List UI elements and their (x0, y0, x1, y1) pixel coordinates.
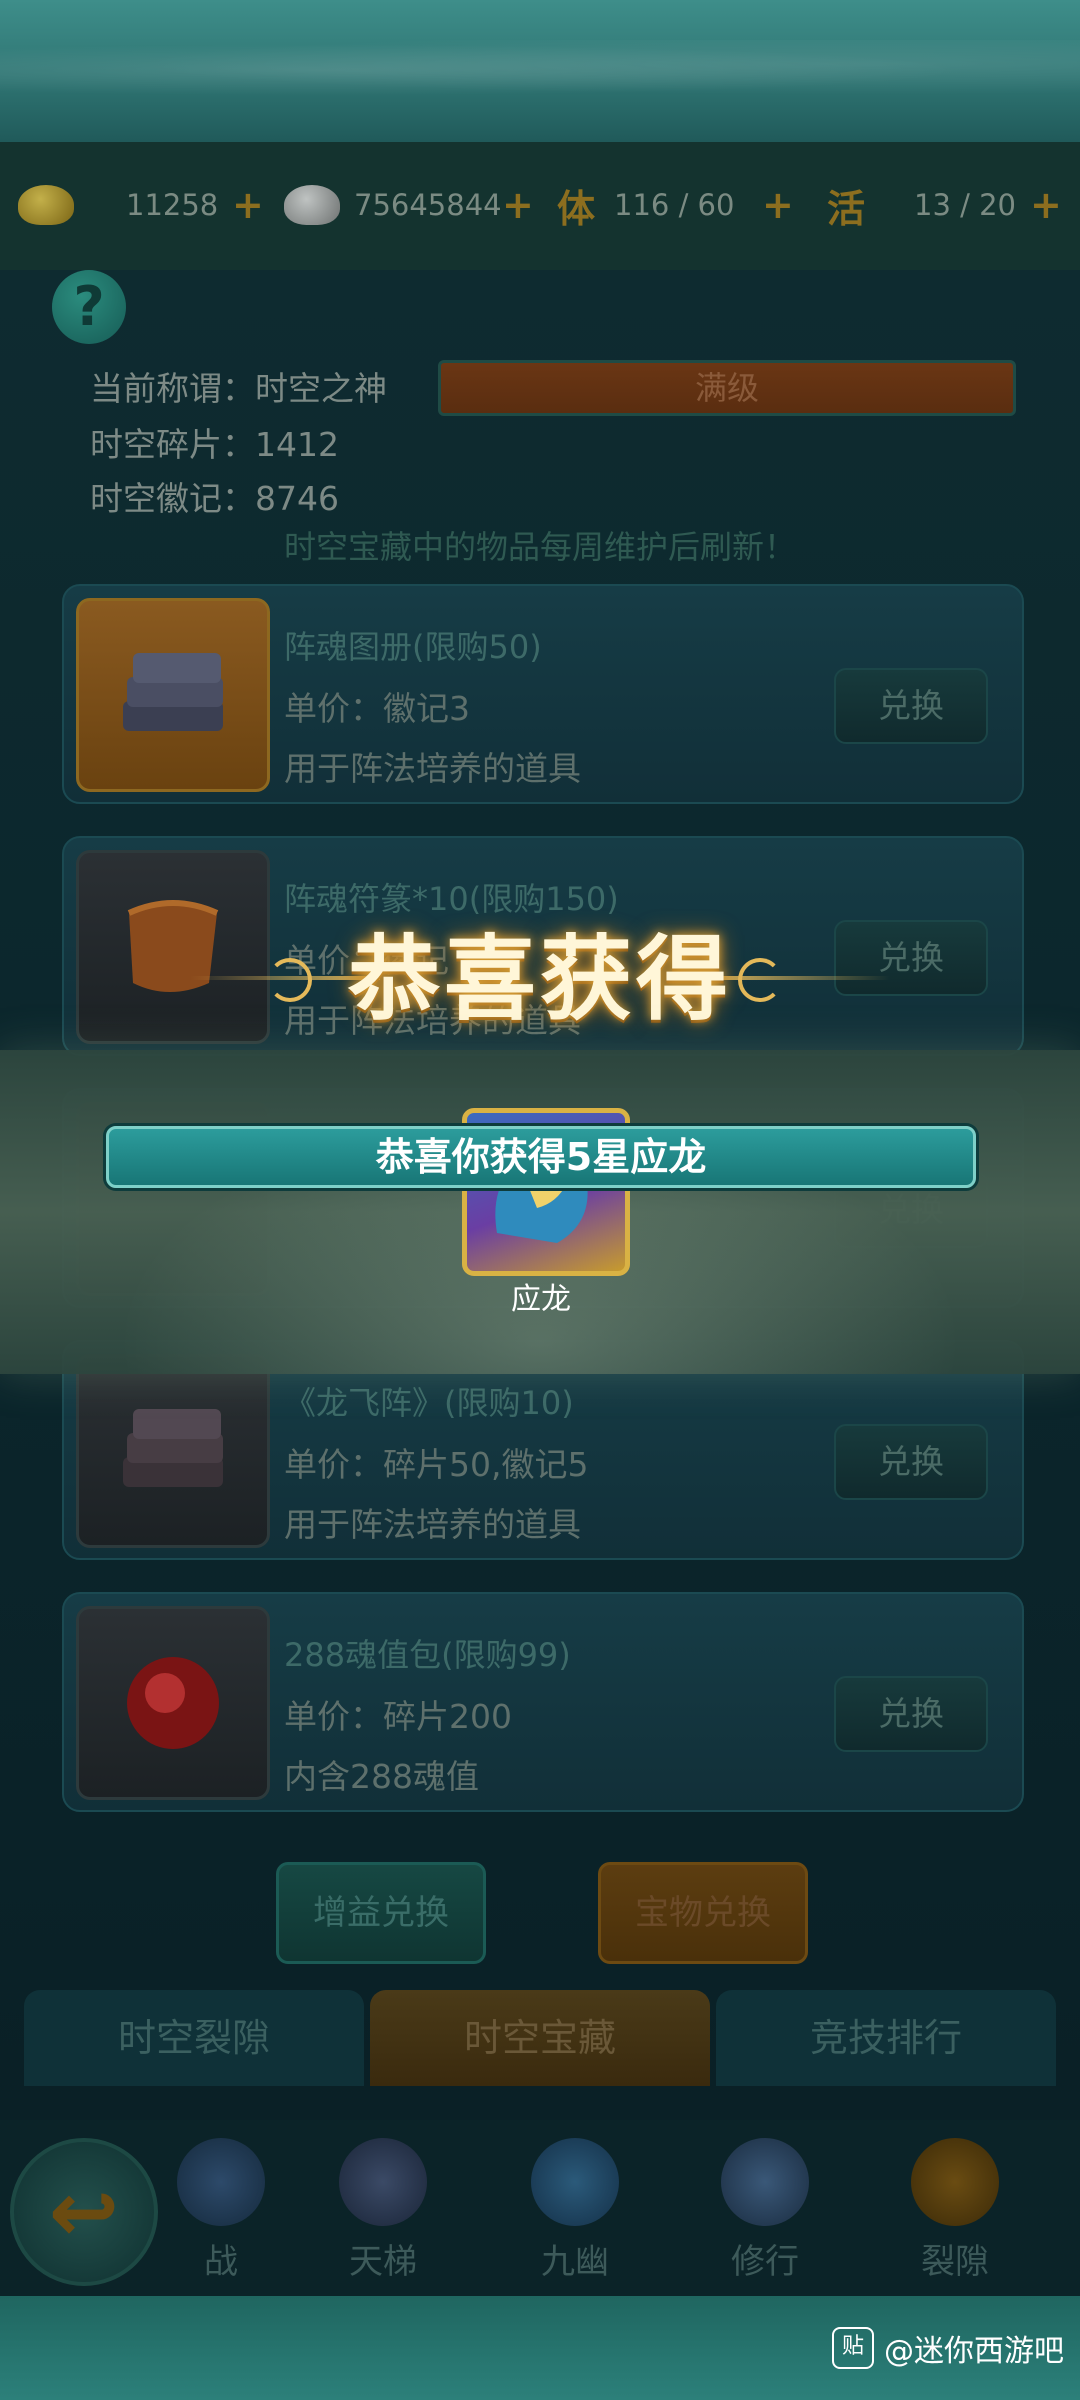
fragments-value: 1412 (255, 425, 339, 464)
stamina-value: 116 / 60 (614, 188, 735, 222)
emblems-value: 8746 (255, 479, 339, 518)
item-slot[interactable] (76, 1606, 270, 1800)
nether-icon (531, 2138, 619, 2226)
stamina-icon: 体 (556, 186, 595, 231)
help-icon[interactable]: ? (52, 270, 126, 344)
reward-message-banner: 恭喜你获得5星应龙 (106, 1126, 976, 1188)
item-price: 单价：徽记3 (284, 689, 470, 728)
fragments-row: 时空碎片：1412 (90, 418, 339, 466)
reward-title: 恭喜获得 (347, 926, 732, 1033)
nav-label: 天梯 (349, 2242, 417, 2282)
redeem-button[interactable]: 兑换 (834, 1676, 988, 1752)
nav-label: 战 (204, 2242, 238, 2282)
redeem-button[interactable]: 兑换 (834, 1424, 988, 1500)
cultivation-icon (721, 2138, 809, 2226)
silver-ingot-icon (284, 185, 340, 225)
title-progress-bar: 满级 (438, 360, 1016, 416)
nav-label: 裂隙 (921, 2242, 989, 2282)
item-desc: 用于阵法培养的道具 (284, 1505, 581, 1544)
activity-value: 13 / 20 (914, 188, 1017, 222)
treasure-exchange-button[interactable]: 宝物兑换 (598, 1862, 808, 1964)
item-desc: 用于阵法培养的道具 (284, 749, 581, 788)
item-name: 阵魂图册(限购50) (284, 628, 542, 666)
tab-treasure[interactable]: 时空宝藏 (370, 1990, 710, 2086)
back-button[interactable]: ↩ (10, 2138, 158, 2286)
gold-value: 11258 (126, 188, 219, 222)
nav-rift[interactable]: 裂隙 (890, 2138, 1020, 2288)
item-desc: 内含288魂值 (284, 1757, 479, 1796)
silver-resource: 75645844 (284, 180, 502, 230)
item-price: 单价：碎片50,徽记5 (284, 1445, 589, 1484)
item-slot[interactable] (76, 1354, 270, 1548)
add-activity-plus-icon[interactable]: + (1030, 186, 1062, 224)
nav-label: 修行 (731, 2242, 799, 2282)
item-name: 288魂值包(限购99) (284, 1636, 571, 1674)
gain-exchange-button[interactable]: 增益兑换 (276, 1862, 486, 1964)
activity-icon: 活 (826, 186, 865, 231)
tab-rift[interactable]: 时空裂隙 (24, 1990, 364, 2086)
emblems-label: 时空徽记： (90, 479, 255, 518)
tab-ranking[interactable]: 竞技排行 (716, 1990, 1056, 2086)
item-name: 《龙飞阵》(限购10) (284, 1384, 574, 1422)
stamina-resource: 体 116 / 60 (552, 180, 735, 231)
top-banner (0, 0, 1080, 142)
refresh-note: 时空宝藏中的物品每周维护后刷新！ (283, 528, 796, 566)
red-orb-icon (127, 1657, 219, 1749)
bottom-nav: ↩ 战 天梯 九幽 修行 裂隙 (0, 2120, 1080, 2296)
nav-label: 九幽 (541, 2242, 609, 2282)
title-row: 当前称谓：时空之神 (90, 362, 387, 410)
add-stamina-plus-icon[interactable]: + (762, 186, 794, 224)
shop-item: 阵魂图册(限购50) 单价：徽记3 用于阵法培养的道具 兑换 (62, 584, 1024, 804)
watermark-text: @迷你西游吧 (884, 2334, 1064, 2369)
book-stack-icon (123, 1409, 223, 1487)
nav-battle[interactable]: 战 (156, 2138, 286, 2288)
title-label: 当前称谓： (90, 369, 255, 408)
rift-icon (911, 2138, 999, 2226)
nav-ladder[interactable]: 天梯 (318, 2138, 448, 2288)
nav-nether[interactable]: 九幽 (510, 2138, 640, 2288)
book-stack-icon (123, 653, 223, 731)
title-value: 时空之神 (255, 369, 387, 408)
emblems-row: 时空徽记：8746 (90, 472, 339, 520)
silver-value: 75645844 (354, 188, 502, 222)
gold-ingot-icon (18, 185, 74, 225)
shop-item: 288魂值包(限购99) 单价：碎片200 内含288魂值 兑换 (62, 1592, 1024, 1812)
add-gold-plus-icon[interactable]: + (232, 186, 264, 224)
battle-icon (177, 2138, 265, 2226)
nav-cultivation[interactable]: 修行 (700, 2138, 830, 2288)
watermark: 贴 @迷你西游吧 (832, 2326, 1064, 2370)
item-price: 单价：碎片200 (284, 1697, 512, 1736)
item-slot[interactable] (76, 598, 270, 792)
resource-bar: 11258 + 75645844 + 体 116 / 60 + 活 13 / 2… (0, 142, 1080, 272)
add-silver-plus-icon[interactable]: + (502, 186, 534, 224)
gold-resource: 11258 (18, 180, 218, 230)
back-arrow-icon: ↩ (48, 2163, 120, 2261)
reward-item-name: 应龙 (511, 1282, 571, 1317)
tieba-logo-icon: 贴 (832, 2327, 874, 2369)
redeem-button[interactable]: 兑换 (834, 668, 988, 744)
tab-bar: 时空裂隙 时空宝藏 竞技排行 (24, 1990, 1056, 2086)
activity-resource: 活 13 / 20 (822, 180, 1017, 231)
fragments-label: 时空碎片： (90, 425, 255, 464)
ladder-icon (339, 2138, 427, 2226)
